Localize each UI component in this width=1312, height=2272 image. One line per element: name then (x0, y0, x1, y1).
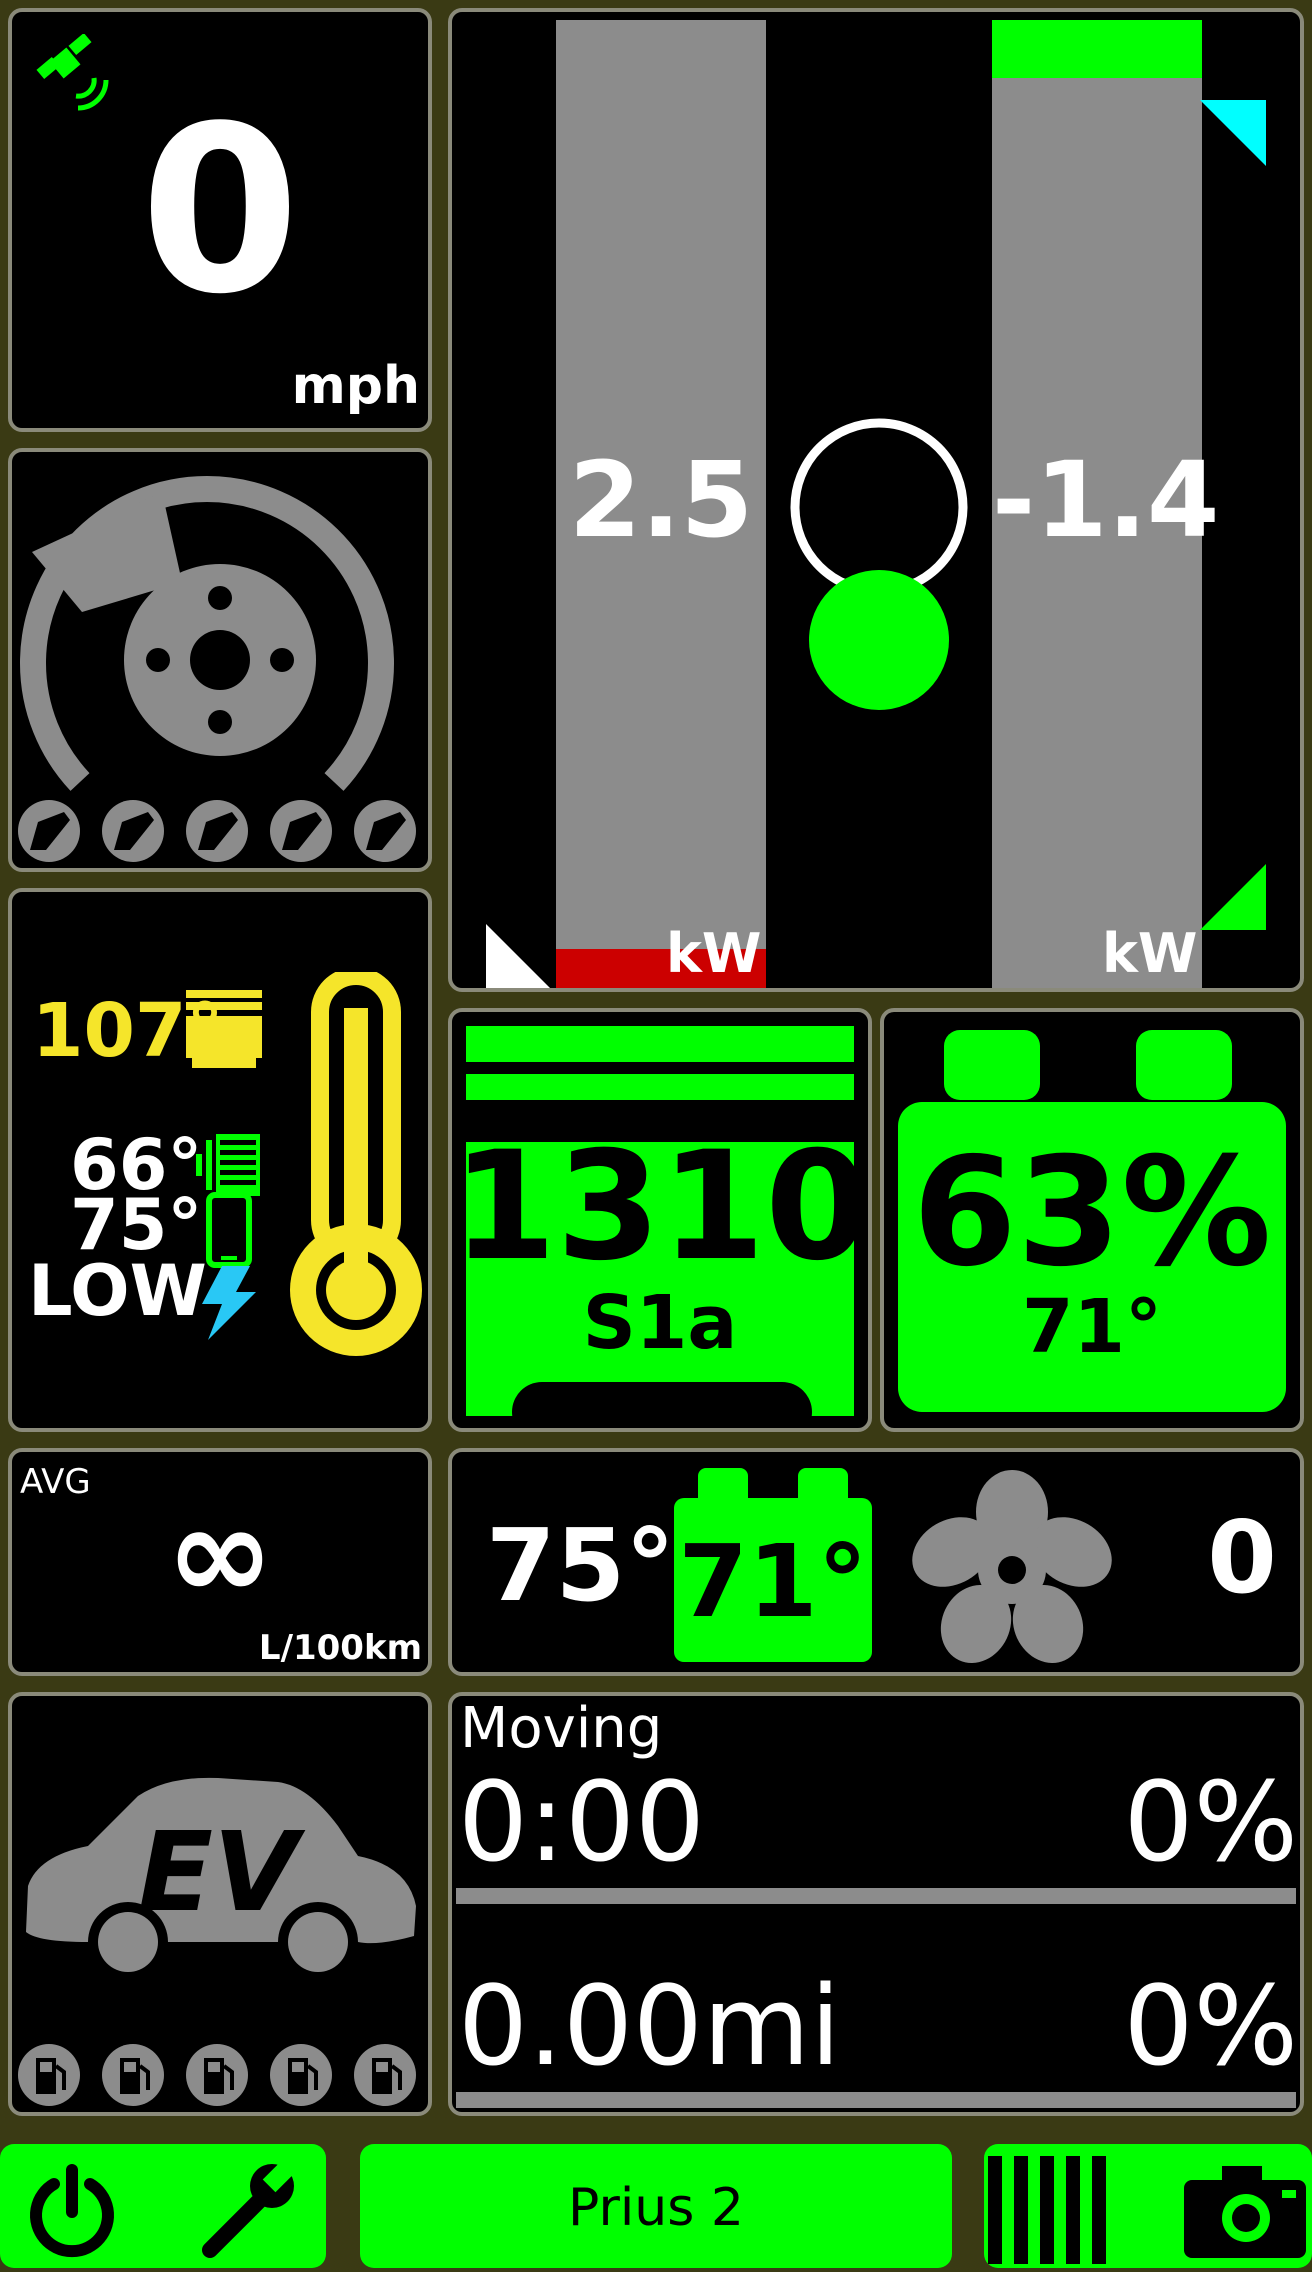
right-power-fill (992, 20, 1202, 78)
outside-temp: 75° (486, 1507, 676, 1624)
trip-distance-progress (456, 2092, 1296, 2108)
trip-state-label: Moving (460, 1696, 663, 1761)
trip-time-percent: 0% (1123, 1758, 1298, 1886)
fuel-icon (186, 2044, 248, 2106)
battery-card-temp: 71° (1022, 1284, 1162, 1370)
fan-icon (912, 1470, 1112, 1663)
battery-soc-value: 63% (912, 1126, 1272, 1300)
right-power-unit: kW (1102, 922, 1198, 985)
camera-icon[interactable] (1182, 2162, 1308, 2258)
gauges-icon[interactable] (984, 2144, 1128, 2268)
trip-panel: Moving 0:00 0% 0.00mi 0% (448, 1692, 1304, 2116)
temperature-panel: 107° 66° 75° LOW (8, 888, 432, 1432)
profile-name[interactable]: Prius 2 (360, 2178, 952, 2238)
climate-panel: 75° 71° 0 (448, 1448, 1304, 1676)
avg-value: ∞ (165, 1477, 275, 1629)
engine-mode-label: S1a (582, 1280, 738, 1366)
profile-tab[interactable]: Prius 2 (360, 2144, 952, 2268)
ev-panel: EV (8, 1692, 432, 2116)
trip-distance: 0.00mi (458, 1962, 841, 2090)
trip-time-progress (456, 1888, 1296, 1904)
gauge-ring-icon (790, 418, 968, 710)
engine-card: 1310 S1a (448, 1008, 872, 1432)
engine-block-icon (186, 990, 262, 1068)
charge-marker-icon (1200, 864, 1266, 930)
phone-icon (206, 1192, 252, 1268)
brake-panel (8, 448, 432, 872)
brake-pad-icon (102, 800, 164, 862)
fan-speed: 0 (1207, 1499, 1277, 1616)
engine-rpm-value: 1310 (452, 1120, 870, 1294)
radiator-icon (196, 1134, 260, 1196)
brake-pad-icon (18, 800, 80, 862)
power-icon[interactable] (24, 2162, 120, 2258)
right-power-value: -1.4 (992, 439, 1220, 561)
left-power-value: 2.5 (568, 439, 754, 561)
wrench-icon[interactable] (192, 2158, 302, 2268)
speed-value: 0 (139, 78, 301, 345)
speed-unit: mph (291, 356, 420, 416)
avg-unit: L/100km (258, 1628, 422, 1668)
thermometer-icon (290, 972, 422, 1356)
power-panel: 2.5 -1.4 kW kW (448, 8, 1304, 992)
charge-level: LOW (28, 1250, 207, 1332)
regen-marker-icon (1200, 100, 1266, 166)
brake-pad-icon (186, 800, 248, 862)
power-tab[interactable] (0, 2144, 326, 2268)
brake-pad-icon (354, 800, 416, 862)
bottom-toolbar: Prius 2 (0, 2140, 1312, 2272)
fuel-icon (354, 2044, 416, 2106)
brake-indicator-row (12, 798, 428, 864)
fuel-icon (18, 2044, 80, 2106)
ev-car-icon: EV (26, 1777, 416, 1972)
fuel-icon (270, 2044, 332, 2106)
fuel-icon (102, 2044, 164, 2106)
lightning-icon (202, 1266, 256, 1340)
svg-text:EV: EV (138, 1808, 306, 1936)
left-power-unit: kW (666, 922, 762, 985)
tools-tab[interactable] (984, 2144, 1312, 2268)
climate-battery-temp: 71° (678, 1523, 868, 1640)
fuel-indicator-row (12, 2042, 428, 2108)
avg-consumption-panel: AVG ∞ L/100km (8, 1448, 432, 1676)
trip-distance-percent: 0% (1123, 1962, 1298, 2090)
trip-time: 0:00 (458, 1758, 706, 1886)
speed-panel: 0 mph (8, 8, 432, 432)
discharge-marker-icon (486, 924, 550, 988)
battery-card: 63% 71° (880, 1008, 1304, 1432)
brake-pad-icon (270, 800, 332, 862)
